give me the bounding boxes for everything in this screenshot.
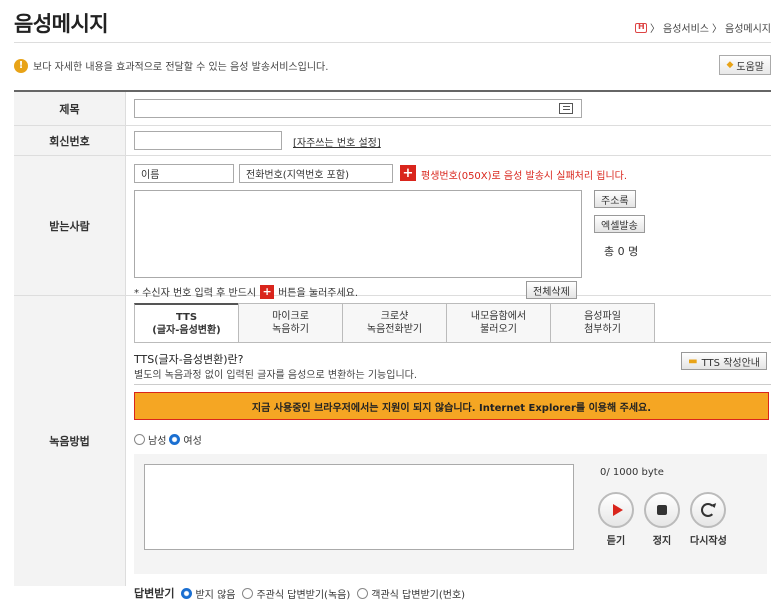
voice-message-form: 제목 회신번호 [자주쓰는 번호 설정] 받는사람 + 평생번호(050X)로 …	[14, 90, 771, 601]
stop-icon	[657, 505, 667, 515]
record-tabs: TTS (글자-음성변환) 마이크로 녹음하기 크로샷 녹음전화받기 내모음함에…	[134, 303, 655, 343]
reply-number-cell: [자주쓰는 번호 설정]	[126, 126, 771, 155]
recipient-name-input[interactable]	[134, 164, 234, 183]
subject-label: 제목	[14, 92, 126, 125]
reply-number-label: 회신번호	[14, 126, 126, 155]
radio-female[interactable]	[169, 434, 181, 445]
reply-number-input[interactable]	[134, 131, 282, 150]
info-row: ! 보다 자세한 내용을 효과적으로 전달할 수 있는 음성 발송서비스입니다.	[14, 58, 328, 73]
reply-options-label: 답변받기	[134, 587, 175, 600]
subject-input[interactable]	[135, 100, 555, 117]
listen-label: 듣기	[606, 536, 626, 547]
recipient-list-box[interactable]	[134, 190, 582, 278]
subjective-reply-label: 주관식 답변받기(녹음)	[256, 589, 351, 601]
tts-guide-label: TTS 작성안내	[701, 357, 760, 369]
home-icon[interactable]	[635, 22, 647, 33]
tab-attach-file[interactable]: 음성파일 첨부하기	[550, 303, 655, 343]
male-label: 남성	[148, 436, 167, 447]
address-book-button[interactable]: 주소록	[594, 190, 636, 208]
stop-control: 정지	[644, 492, 680, 547]
list-icon[interactable]	[559, 103, 573, 114]
help-button[interactable]: ◆ 도움말	[719, 55, 771, 75]
breadcrumb-sep: 〉	[712, 24, 722, 35]
subject-cell	[126, 92, 771, 125]
page-title: 음성메시지	[14, 12, 109, 36]
reply-number-row: 회신번호 [자주쓰는 번호 설정]	[14, 126, 771, 156]
excel-send-button[interactable]: 엑셀발송	[594, 215, 645, 233]
speech-bubble-icon: ▬	[688, 355, 698, 367]
total-count: 0	[617, 245, 625, 258]
record-method-row: 녹음방법 TTS (글자-음성변환) 마이크로 녹음하기 크로샷 녹음전화받기 …	[14, 296, 771, 601]
tab-my-storage[interactable]: 내모음함에서 불러오기	[446, 303, 551, 343]
breadcrumb-item-voice-service[interactable]: 음성서비스	[663, 20, 709, 35]
tts-text-input[interactable]	[144, 464, 574, 550]
play-icon	[612, 504, 623, 516]
radio-objective-reply[interactable]	[357, 587, 369, 599]
no-reply-label: 받지 않음	[195, 589, 236, 601]
info-text: 보다 자세한 내용을 효과적으로 전달할 수 있는 음성 발송서비스입니다.	[33, 62, 329, 73]
rewrite-control: 다시작성	[690, 492, 727, 547]
tab-tts[interactable]: TTS (글자-음성변환)	[134, 303, 239, 343]
help-label: 도움말	[736, 61, 764, 73]
rewrite-button[interactable]	[690, 492, 726, 528]
record-method-cell: TTS (글자-음성변환) 마이크로 녹음하기 크로샷 녹음전화받기 내모음함에…	[126, 296, 771, 601]
subject-row: 제목	[14, 92, 771, 126]
recipient-row: 받는사람 + 평생번호(050X)로 음성 발송시 실패처리 됩니다. 주소록 …	[14, 156, 771, 299]
tts-description: 별도의 녹음과정 없이 입력된 글자를 음성으로 변환하는 기능입니다.	[134, 370, 418, 381]
objective-reply-label: 객관식 답변받기(번호)	[371, 589, 466, 601]
listen-control: 듣기	[598, 492, 634, 547]
tts-guide-button[interactable]: ▬ TTS 작성안내	[681, 352, 767, 370]
redo-icon	[701, 503, 715, 517]
reply-options: 답변받기 받지 않음 주관식 답변받기(녹음) 객관식 답변받기(번호)	[134, 585, 465, 601]
tts-heading: TTS(글자-음성변환)란?	[134, 353, 244, 366]
listen-button[interactable]	[598, 492, 634, 528]
rewrite-label: 다시작성	[690, 536, 727, 547]
tts-divider	[134, 384, 771, 385]
browser-warning-banner: 지금 사용중인 브라우저에서는 지원이 되지 않습니다. Internet Ex…	[134, 392, 769, 420]
title-divider	[14, 42, 771, 43]
breadcrumb: 〉 음성서비스 〉 음성메시지	[635, 20, 771, 35]
tab-divider	[134, 342, 771, 343]
record-method-label: 녹음방법	[14, 296, 126, 586]
recipient-label: 받는사람	[14, 156, 126, 295]
total-suffix: 명	[628, 245, 639, 258]
050-warning: 평생번호(050X)로 음성 발송시 실패처리 됩니다.	[421, 171, 628, 182]
lightbulb-icon: ◆	[726, 60, 734, 70]
stop-label: 정지	[652, 536, 672, 547]
recipient-total: 총 0 명	[604, 243, 638, 259]
info-icon: !	[14, 58, 28, 73]
tts-controls: 듣기 정지 다시작성	[598, 492, 727, 547]
breadcrumb-sep: 〉	[650, 24, 660, 35]
subject-field-wrap	[134, 99, 582, 118]
radio-no-reply[interactable]	[181, 587, 193, 599]
voice-gender-options: 남성 여성	[134, 432, 202, 447]
stop-button[interactable]	[644, 492, 680, 528]
female-label: 여성	[183, 436, 202, 447]
frequent-number-link[interactable]: [자주쓰는 번호 설정]	[293, 134, 381, 149]
recipient-cell: + 평생번호(050X)로 음성 발송시 실패처리 됩니다. 주소록 엑셀발송 …	[126, 156, 771, 299]
tab-phone-recording[interactable]: 크로샷 녹음전화받기	[342, 303, 447, 343]
add-recipient-plus-icon[interactable]: +	[400, 165, 416, 181]
byte-counter: 0/ 1000 byte	[600, 467, 664, 478]
recipient-phone-input[interactable]	[239, 164, 393, 183]
radio-subjective-reply[interactable]	[242, 587, 254, 599]
breadcrumb-item-voice-message[interactable]: 음성메시지	[725, 20, 771, 35]
tab-microphone[interactable]: 마이크로 녹음하기	[238, 303, 343, 343]
total-prefix: 총	[604, 245, 615, 258]
radio-male[interactable]	[134, 434, 145, 445]
tts-editor-panel: 0/ 1000 byte 듣기 정지 다시작성	[134, 454, 767, 574]
